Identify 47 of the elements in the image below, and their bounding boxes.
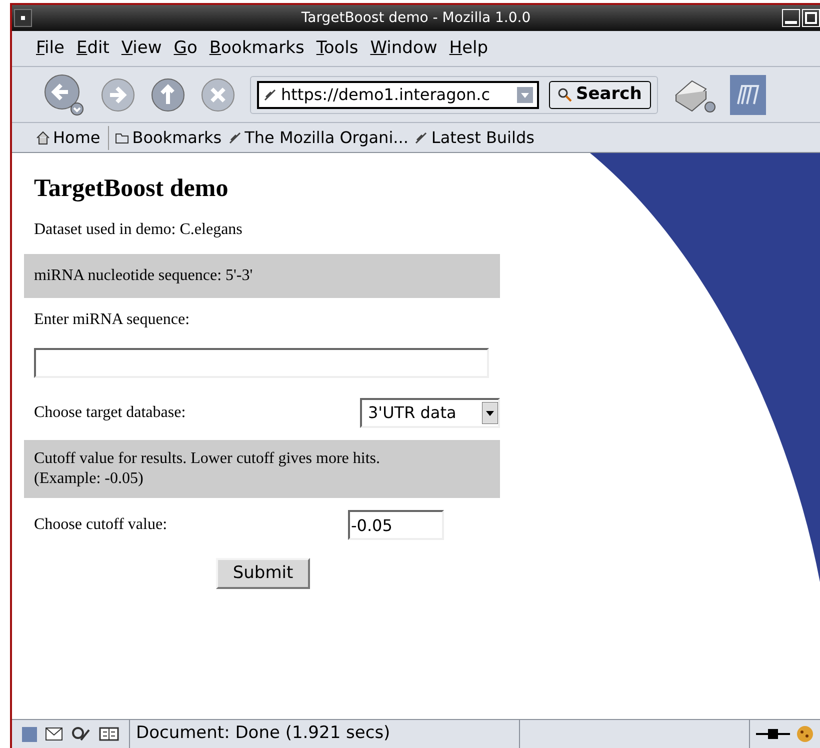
- stop-icon[interactable]: [200, 76, 236, 112]
- search-button[interactable]: Search: [549, 80, 651, 108]
- dataset-text: Dataset used in demo: C.elegans: [34, 220, 244, 240]
- menu-item[interactable]: Go: [174, 36, 198, 62]
- menu-item[interactable]: Edit: [76, 36, 110, 62]
- menu-item[interactable]: File: [36, 36, 64, 62]
- maximize-icon[interactable]: [802, 9, 820, 27]
- minimize-icon[interactable]: [782, 9, 800, 27]
- bookmark-link[interactable]: Latest Builds: [414, 126, 534, 150]
- menu-item[interactable]: Window: [370, 36, 438, 62]
- forward-icon[interactable]: [100, 76, 136, 112]
- status-text: Document: Done (1.921 secs): [130, 720, 520, 748]
- home-icon: [36, 130, 50, 144]
- address-book-icon[interactable]: [99, 726, 119, 742]
- mozilla-logo-icon[interactable]: [730, 74, 766, 114]
- window-menu-icon[interactable]: [14, 9, 32, 27]
- menu-item[interactable]: Tools: [316, 36, 358, 62]
- menu-item[interactable]: View: [121, 36, 162, 62]
- back-icon[interactable]: [42, 72, 86, 118]
- bookmark-link[interactable]: The Mozilla Organi...: [228, 126, 408, 150]
- cookie-icon: [796, 725, 814, 743]
- menu-item[interactable]: Help: [449, 36, 488, 62]
- connection-icon: [756, 728, 790, 740]
- field-label: Enter miRNA sequence:: [34, 310, 191, 330]
- field-label: Choose cutoff value:: [34, 515, 168, 536]
- menu-item[interactable]: Bookmarks: [209, 36, 304, 62]
- bookmark-link[interactable]: Home: [36, 126, 110, 150]
- section-header: miRNA nucleotide sequence: 5'-3': [24, 254, 500, 298]
- folder-icon: [115, 132, 130, 144]
- dropdown-arrow-icon: [482, 402, 498, 424]
- submit-button[interactable]: Submit: [216, 558, 310, 590]
- link-icon: [414, 130, 428, 144]
- bookmarks-menu[interactable]: Bookmarks: [115, 126, 222, 150]
- link-icon: [263, 88, 277, 102]
- sequence-field[interactable]: [34, 348, 489, 378]
- window-title: TargetBoost demo - Mozilla 1.0.0: [301, 8, 531, 28]
- cutoff-field[interactable]: -0.05: [348, 510, 444, 540]
- url-field[interactable]: https://demo1.interagon.c: [257, 80, 539, 108]
- field-label: Choose target database:: [34, 403, 186, 424]
- mail-icon[interactable]: [45, 727, 63, 741]
- reload-icon[interactable]: [150, 76, 186, 112]
- database-dropdown[interactable]: 3'UTR data: [360, 398, 500, 428]
- page-heading: TargetBoost demo: [34, 174, 230, 204]
- search-icon: [558, 88, 572, 102]
- navigator-icon[interactable]: [22, 726, 37, 742]
- link-icon: [228, 130, 242, 144]
- section-header: Cutoff value for results. Lower cutoff gives more hits. (Example: -0.05): [24, 440, 500, 498]
